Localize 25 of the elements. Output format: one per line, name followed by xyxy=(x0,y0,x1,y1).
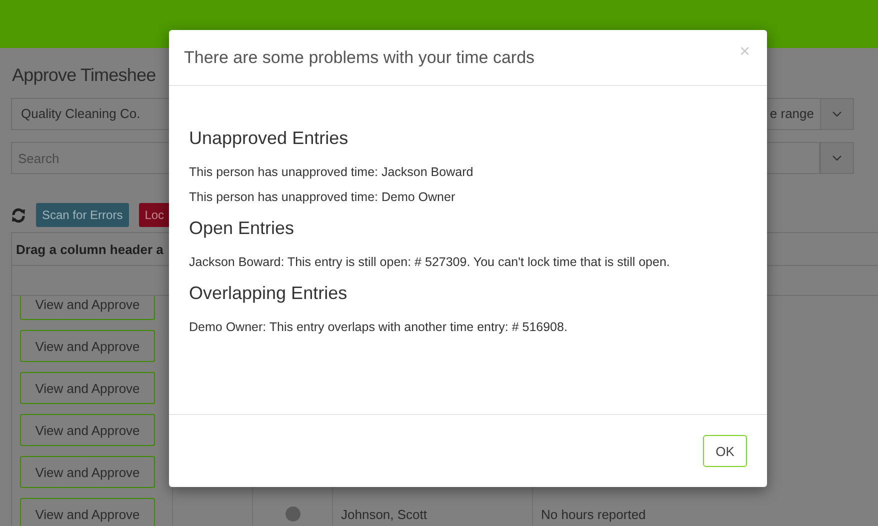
message-text: Jackson Boward: This entry is still open: # 527309. You can't lock time that is still open. xyxy=(189,255,671,269)
view-approve-button[interactable]: View and Approve xyxy=(20,296,155,320)
dropdown-button[interactable] xyxy=(820,142,854,174)
message-text: Demo Owner: This entry overlaps with another time entry: # 516908. xyxy=(189,320,568,334)
view-approve-button[interactable]: View and Approve xyxy=(20,414,155,446)
message-text: This person has unapproved time: Demo Owner xyxy=(189,190,456,204)
hours-text: No hours reported xyxy=(541,506,646,522)
status-dot-icon xyxy=(284,506,300,522)
view-approve-button[interactable]: View and Approve xyxy=(20,330,155,362)
section-heading: Unapproved Entries xyxy=(189,128,350,149)
group-panel-hint: Drag a column header a xyxy=(16,242,164,256)
section-heading: Open Entries xyxy=(189,218,296,239)
caret-icon xyxy=(832,155,842,161)
ok-button[interactable]: OK xyxy=(703,435,747,467)
view-approve-button[interactable]: View and Approve xyxy=(20,498,155,526)
refresh-icon xyxy=(11,208,26,222)
employee-name: Johnson, Scott xyxy=(341,506,427,522)
toolbar-button[interactable]: Scan for Errors xyxy=(36,203,129,227)
message-text: This person has unapproved time: Jackson Boward xyxy=(189,165,474,179)
toolbar-button[interactable]: Loc xyxy=(138,203,170,227)
page-title: Approve Timeshee xyxy=(12,64,157,87)
view-approve-button[interactable]: View and Approve xyxy=(20,456,155,488)
section-heading: Overlapping Entries xyxy=(189,283,348,304)
dialog-title: There are some problems with your time cards xyxy=(184,48,535,68)
view-approve-button[interactable]: View and Approve xyxy=(20,372,155,404)
